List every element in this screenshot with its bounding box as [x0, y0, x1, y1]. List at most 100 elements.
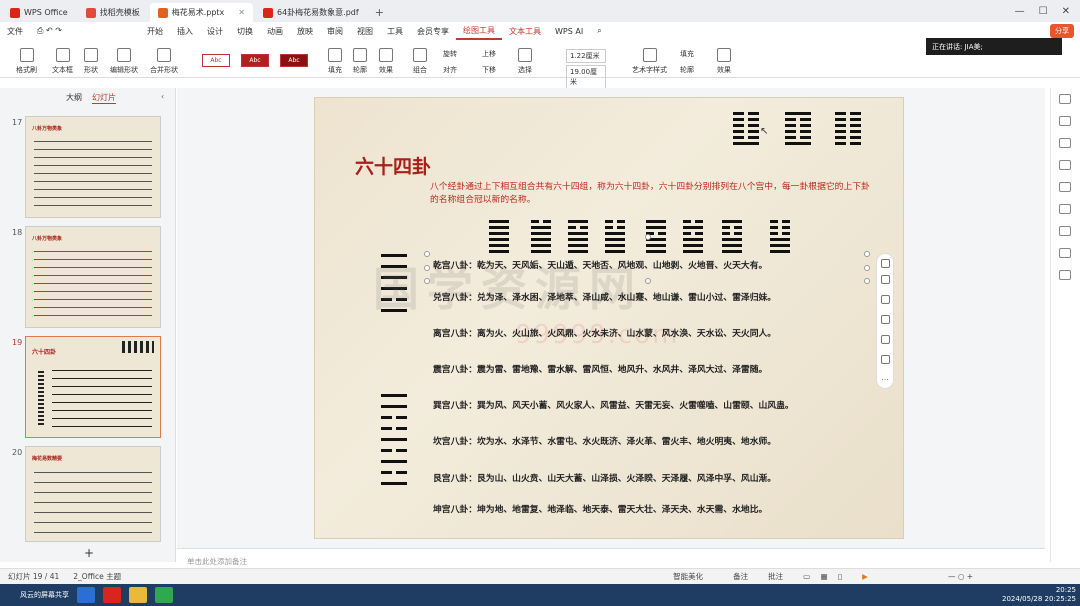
effect-button[interactable]: 效果 — [379, 48, 393, 75]
outline-color-icon[interactable] — [881, 335, 890, 344]
taskbar-app-icon[interactable] — [77, 587, 95, 603]
align-button[interactable]: 对齐 — [443, 65, 457, 75]
art-text-style-button[interactable]: 艺术字样式 — [632, 48, 667, 75]
taskbar-wechat-icon[interactable] — [155, 587, 173, 603]
rotate-handle[interactable] — [645, 234, 651, 240]
search-icon[interactable]: ⌕ — [590, 26, 608, 36]
format-painter-button[interactable]: 格式刷 — [16, 48, 37, 75]
add-slide-button[interactable]: + — [84, 546, 94, 560]
style-sample-1[interactable]: Abc — [202, 54, 230, 67]
slide-canvas[interactable]: 六十四卦 八个经卦通过上下相互组合共有六十四组，称为六十四卦，六十四卦分别排列在… — [314, 97, 904, 539]
new-tab-button[interactable]: + — [367, 3, 392, 22]
menu-home[interactable]: 开始 — [140, 26, 170, 37]
palace-row-zhen[interactable]: 震宫八卦：震为雷、雷地豫、雷水解、雷风恒、地风升、水风井、泽风大过、泽雷随。 — [433, 362, 767, 375]
tab-slides[interactable]: 幻灯片 — [92, 92, 116, 104]
zoom-out-icon[interactable] — [881, 259, 890, 268]
menu-design[interactable]: 设计 — [200, 26, 230, 37]
collapse-panel-icon[interactable]: ‹ — [161, 92, 164, 101]
shape-button[interactable]: 形状 — [84, 48, 98, 75]
help-icon[interactable] — [1059, 248, 1071, 258]
menu-insert[interactable]: 插入 — [170, 26, 200, 37]
menu-slideshow[interactable]: 放映 — [290, 26, 320, 37]
pen-icon[interactable] — [881, 295, 890, 304]
taskbar-wps-icon[interactable] — [103, 587, 121, 603]
tab-templates[interactable]: 找稻壳模板 — [78, 3, 148, 22]
clip-icon[interactable] — [1059, 138, 1071, 148]
selection-handle[interactable] — [424, 265, 430, 271]
select-button[interactable]: 选择 — [518, 48, 532, 75]
adjust-icon[interactable] — [1059, 116, 1071, 126]
maximize-icon[interactable]: ☐ — [1039, 6, 1048, 17]
outline-button[interactable]: 轮廓 — [353, 48, 367, 75]
group-button[interactable]: 组合 — [413, 48, 427, 75]
menu-review[interactable]: 审阅 — [320, 26, 350, 37]
merge-shape-button[interactable]: 合并形状 — [150, 48, 178, 75]
palace-row-xun[interactable]: 巽宫八卦：巽为风、风天小蓄、风火家人、风雷益、天雷无妄、火雷噬嗑、山雷颐、山风蛊… — [433, 398, 794, 411]
selection-handle[interactable] — [864, 251, 870, 257]
close-icon[interactable]: ✕ — [1062, 6, 1070, 17]
rotate-button[interactable]: 旋转 — [443, 49, 457, 59]
style-sample-3[interactable]: Abc — [280, 54, 308, 67]
palace-row-gen[interactable]: 艮宫八卦：艮为山、山火贲、山天大蓄、山泽损、火泽睽、天泽履、风泽中孚、风山渐。 — [433, 471, 776, 484]
textbox-button[interactable]: 文本框 — [52, 48, 73, 75]
more-icon[interactable]: ⋯ — [881, 375, 890, 384]
selection-handle[interactable] — [645, 278, 651, 284]
menu-member[interactable]: 会员专享 — [410, 26, 456, 37]
send-down-button[interactable]: 下移 — [482, 65, 496, 75]
zoom-slider[interactable]: — ○ + — [948, 572, 973, 581]
width-input[interactable]: 19.00厘米 — [566, 65, 606, 89]
taskbar-folder-icon[interactable] — [129, 587, 147, 603]
menu-text-tools[interactable]: 文本工具 — [502, 26, 548, 37]
menu-transition[interactable]: 切换 — [230, 26, 260, 37]
view-mode-icons[interactable]: ▭ ▦ ▯ — [803, 572, 846, 581]
edit-shape-button[interactable]: 编辑形状 — [110, 48, 138, 75]
palace-row-li[interactable]: 离宫八卦：离为火、火山旅、火风鼎、火水未济、山水蒙、风水涣、天水讼、天火同人。 — [433, 326, 776, 339]
notes-button[interactable]: 备注 — [733, 571, 748, 582]
style-sample-2[interactable]: Abc — [241, 54, 269, 67]
smart-beautify-button[interactable]: 智能美化 — [673, 571, 703, 582]
text-outline-button[interactable]: 轮廓 — [680, 65, 694, 75]
tab-pdf[interactable]: 64卦梅花易数象意.pdf — [255, 3, 367, 22]
palace-row-kun[interactable]: 坤宫八卦：坤为地、地雷复、地泽临、地天泰、雷天大壮、泽天夬、水天需、水地比。 — [433, 502, 767, 515]
selection-handle[interactable] — [424, 278, 430, 284]
menu-drawing-tools[interactable]: 绘图工具 — [456, 22, 502, 40]
notes-pane[interactable]: 单击此处添加备注 — [177, 548, 1045, 568]
menu-view[interactable]: 视图 — [350, 26, 380, 37]
tab-wps-office[interactable]: WPS Office — [2, 3, 76, 22]
object-icon[interactable] — [1059, 94, 1071, 104]
selection-handle[interactable] — [864, 278, 870, 284]
tab-pptx[interactable]: 梅花易术.pptx ✕ — [149, 3, 253, 22]
tab-close-icon[interactable]: ✕ — [238, 8, 245, 17]
fill-bucket-icon[interactable] — [881, 315, 890, 324]
menu-wps-ai[interactable]: WPS AI — [548, 27, 590, 36]
palace-row-qian[interactable]: 乾宫八卦：乾为天、天风姤、天山遁、天地否、风地观、山地剥、火地晋、火天大有。 — [433, 258, 767, 271]
layers-icon[interactable] — [881, 275, 890, 284]
star-icon[interactable] — [1059, 160, 1071, 170]
window-controls: — ☐ ✕ — [1015, 0, 1080, 22]
animation-icon[interactable] — [1059, 182, 1071, 192]
share-button[interactable]: 分享 — [1050, 24, 1074, 38]
taskbar-screen-share[interactable]: 风云的屏幕共享 — [20, 590, 69, 600]
bring-up-button[interactable]: 上移 — [482, 49, 496, 59]
comments-button[interactable]: 批注 — [768, 571, 783, 582]
minimize-icon[interactable]: — — [1015, 6, 1025, 17]
play-icon[interactable]: ▶ — [862, 572, 868, 581]
palace-row-dui[interactable]: 兑宫八卦：兑为泽、泽水困、泽地萃、泽山咸、水山蹇、地山谦、雷山小过、雷泽归妹。 — [433, 290, 776, 303]
menu-file[interactable]: 文件 — [0, 26, 30, 37]
text-effect-button[interactable]: 效果 — [717, 48, 731, 75]
table-icon[interactable] — [1059, 226, 1071, 236]
menu-tools[interactable]: 工具 — [380, 26, 410, 37]
tab-outline[interactable]: 大纲 — [66, 92, 82, 104]
palace-row-kan[interactable]: 坎宫八卦：坎为水、水泽节、水雷屯、水火既济、泽火革、雷火丰、地火明夷、地水师。 — [433, 434, 776, 447]
text-fill-button[interactable]: 填充 — [680, 49, 694, 59]
selection-handle[interactable] — [424, 251, 430, 257]
slide-intro-text[interactable]: 八个经卦通过上下相互组合共有六十四组，称为六十四卦，六十四卦分别排列在八个宫中，… — [430, 181, 870, 207]
height-input[interactable]: 1.22厘米 — [566, 49, 606, 63]
share-icon[interactable] — [1059, 270, 1071, 280]
fill-button[interactable]: 填充 — [328, 48, 342, 75]
crop-icon[interactable] — [881, 355, 890, 364]
menu-animation[interactable]: 动画 — [260, 26, 290, 37]
edit-icon[interactable] — [1059, 204, 1071, 214]
slide-title[interactable]: 六十四卦 — [355, 152, 431, 179]
selection-handle[interactable] — [864, 265, 870, 271]
